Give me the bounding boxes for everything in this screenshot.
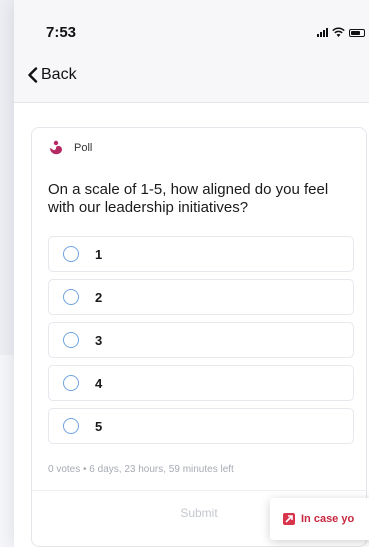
in-case-banner[interactable]: In case yo [270, 498, 369, 540]
radio-button[interactable] [63, 418, 79, 434]
nav-bar: Back [14, 60, 369, 103]
battery-icon [349, 29, 365, 37]
poll-option-label: 3 [95, 332, 103, 348]
poll-header: Poll [48, 140, 92, 156]
poll-option-label: 2 [95, 289, 103, 305]
poll-options: 1 2 3 4 5 [48, 236, 354, 451]
poll-option-4[interactable]: 4 [48, 365, 354, 401]
radio-button[interactable] [63, 289, 79, 305]
poll-card: Poll On a scale of 1-5, how aligned do y… [31, 127, 367, 547]
back-label: Back [41, 66, 77, 83]
poll-type-label: Poll [74, 142, 93, 154]
poll-option-3[interactable]: 3 [48, 322, 354, 358]
signal-icon [317, 27, 328, 37]
radio-button[interactable] [63, 332, 79, 348]
back-button[interactable]: Back [27, 66, 77, 84]
external-link-icon [283, 513, 295, 525]
vote-info: 0 votes • 6 days, 23 hours, 59 minutes l… [48, 464, 234, 475]
poll-question: On a scale of 1-5, how aligned do you fe… [48, 181, 329, 216]
status-icons [317, 27, 365, 37]
status-bar: 7:53 [14, 0, 369, 60]
poll-option-label: 1 [95, 246, 103, 262]
radio-button[interactable] [63, 246, 79, 262]
poll-logo-icon [50, 140, 62, 155]
radio-button[interactable] [63, 375, 79, 391]
chevron-left-icon [28, 67, 38, 83]
poll-option-5[interactable]: 5 [48, 408, 354, 444]
poll-option-label: 4 [95, 375, 103, 391]
in-case-label: In case yo [301, 513, 355, 525]
poll-option-1[interactable]: 1 [48, 236, 354, 272]
phone-screen: 7:53 Back Poll On a scale of 1-5, how al… [14, 0, 369, 547]
poll-option-label: 5 [95, 418, 103, 434]
divider [32, 490, 366, 491]
status-time: 7:53 [46, 24, 77, 41]
wifi-icon [332, 27, 345, 37]
poll-option-2[interactable]: 2 [48, 279, 354, 315]
